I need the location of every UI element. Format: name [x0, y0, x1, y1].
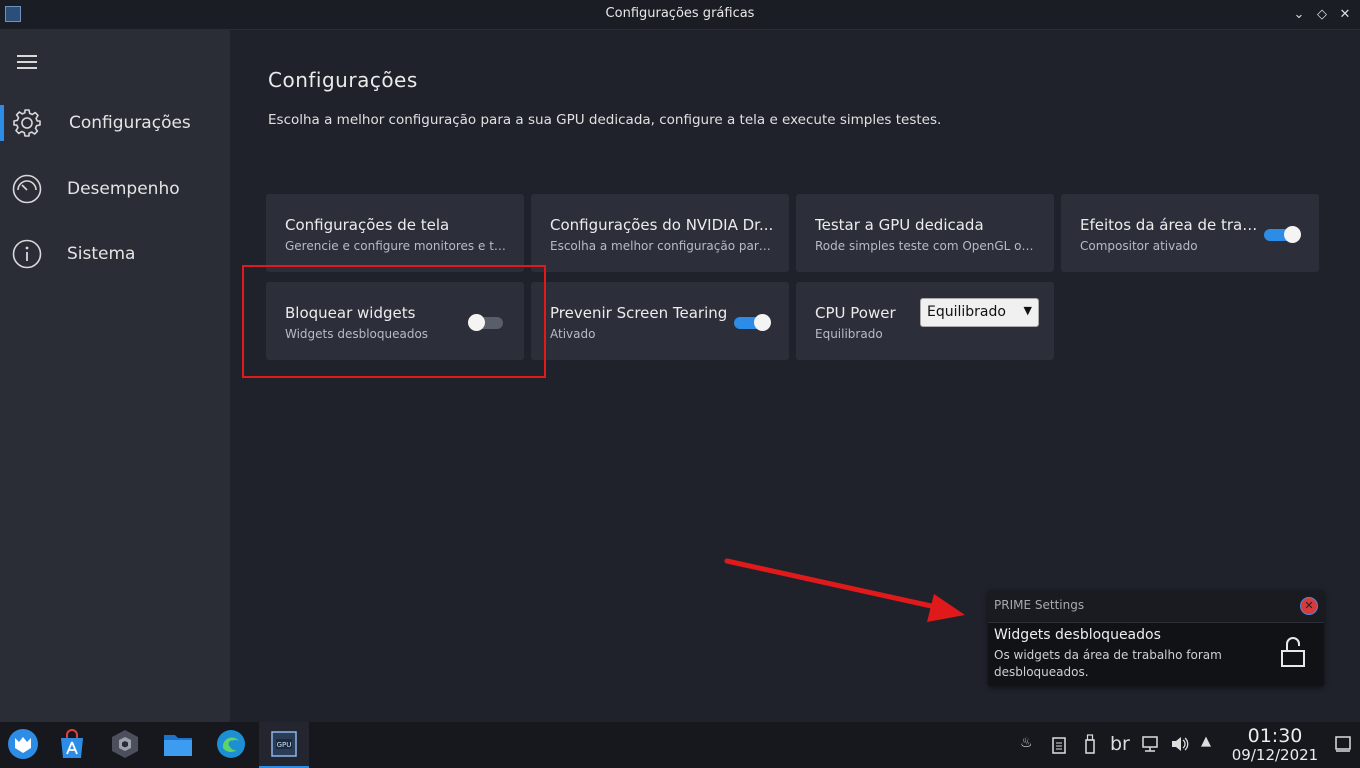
- taskbar: GPU ♨ br ▲ 01:30 09/12/2021: [0, 722, 1360, 768]
- maximize-button[interactable]: ◇: [1313, 6, 1331, 24]
- active-indicator: [0, 105, 4, 141]
- card-configuracoes-nvidia[interactable]: Configurações do NVIDIA Dr... Escolha a …: [531, 194, 789, 272]
- notification-title: Widgets desbloqueados: [994, 627, 1161, 643]
- window-title: Configurações gráficas: [605, 6, 755, 21]
- volume-icon[interactable]: [1170, 735, 1190, 753]
- sidebar-item-label: Sistema: [67, 244, 136, 264]
- notifications-bell-icon[interactable]: ♨: [1020, 735, 1033, 751]
- page-title: Configurações: [268, 68, 418, 92]
- svg-text:GPU: GPU: [277, 741, 292, 749]
- card-title: Configurações do NVIDIA Dr...: [550, 216, 774, 234]
- network-icon[interactable]: [1141, 735, 1159, 753]
- usb-drive-icon[interactable]: [1084, 734, 1096, 754]
- sidebar: Configurações Desempenho Sistema: [0, 30, 230, 722]
- minimize-button[interactable]: ⌄: [1290, 6, 1308, 24]
- red-arrow-icon: [724, 558, 965, 622]
- hamburger-menu-icon[interactable]: [17, 55, 37, 69]
- card-prevenir-screen-tearing: Prevenir Screen Tearing Ativado: [531, 282, 789, 360]
- page-description: Escolha a melhor configuração para a sua…: [268, 112, 942, 128]
- sidebar-item-desempenho[interactable]: Desempenho: [0, 165, 230, 215]
- card-subtitle: Ativado: [550, 327, 596, 341]
- card-configuracoes-de-tela[interactable]: Configurações de tela Gerencie e configu…: [266, 194, 524, 272]
- notification-popup[interactable]: PRIME Settings ✕ Widgets desbloqueados O…: [988, 590, 1324, 686]
- highlight-box: [242, 265, 546, 378]
- close-button[interactable]: ✕: [1336, 6, 1354, 24]
- card-title: Efeitos da área de traba...: [1080, 216, 1258, 234]
- files-icon[interactable]: [162, 728, 194, 760]
- chevron-down-icon: ▼: [1023, 304, 1032, 317]
- card-title: Prevenir Screen Tearing: [550, 304, 728, 322]
- cpu-power-select[interactable]: Equilibrado ▼: [920, 298, 1039, 327]
- clock-date: 09/12/2021: [1231, 746, 1319, 764]
- info-icon: [12, 239, 42, 269]
- card-efeitos-area-trabalho: Efeitos da área de traba... Compositor a…: [1061, 194, 1319, 272]
- launcher-icon[interactable]: [7, 728, 39, 760]
- card-title: Configurações de tela: [285, 216, 450, 234]
- card-title: CPU Power: [815, 304, 896, 322]
- gear-icon: [13, 109, 41, 137]
- notification-app-name: PRIME Settings: [994, 598, 1085, 612]
- sidebar-item-configuracoes[interactable]: Configurações: [0, 99, 230, 149]
- screen-tearing-toggle[interactable]: [734, 314, 771, 331]
- card-cpu-power: CPU Power Equilibrado Equilibrado ▼: [796, 282, 1054, 360]
- sidebar-item-label: Desempenho: [67, 179, 180, 199]
- card-subtitle: Gerencie e configure monitores e tel...: [285, 239, 510, 253]
- notification-header: PRIME Settings ✕: [988, 590, 1324, 623]
- clock[interactable]: 01:30 09/12/2021: [1225, 726, 1325, 764]
- sidebar-item-label: Configurações: [69, 113, 191, 133]
- notification-body: Os widgets da área de trabalho foram des…: [994, 648, 1222, 679]
- clock-time: 01:30: [1247, 725, 1303, 747]
- show-desktop-icon[interactable]: [1335, 736, 1351, 752]
- sidebar-item-sistema[interactable]: Sistema: [0, 230, 230, 280]
- close-icon[interactable]: ✕: [1300, 597, 1318, 615]
- card-subtitle: Rode simples teste com OpenGL ou...: [815, 239, 1040, 253]
- gpu-settings-icon[interactable]: GPU: [268, 728, 300, 760]
- card-subtitle: Escolha a melhor configuração para ...: [550, 239, 775, 253]
- select-value: Equilibrado: [927, 304, 1006, 320]
- card-testar-gpu[interactable]: Testar a GPU dedicada Rode simples teste…: [796, 194, 1054, 272]
- store-icon[interactable]: [56, 728, 88, 760]
- gauge-icon: [12, 174, 42, 204]
- title-bar: Configurações gráficas ⌄ ◇ ✕: [0, 0, 1360, 30]
- edge-icon[interactable]: [215, 728, 247, 760]
- card-subtitle: Compositor ativado: [1080, 239, 1198, 253]
- unlock-icon: [1281, 637, 1305, 667]
- card-subtitle: Equilibrado: [815, 327, 883, 341]
- card-title: Testar a GPU dedicada: [815, 216, 984, 234]
- gamecube-icon[interactable]: [109, 728, 141, 760]
- chevron-up-icon[interactable]: ▲: [1201, 734, 1211, 749]
- effects-toggle[interactable]: [1264, 226, 1301, 243]
- keyboard-layout-indicator[interactable]: br: [1110, 733, 1130, 755]
- clipboard-icon[interactable]: [1051, 736, 1067, 754]
